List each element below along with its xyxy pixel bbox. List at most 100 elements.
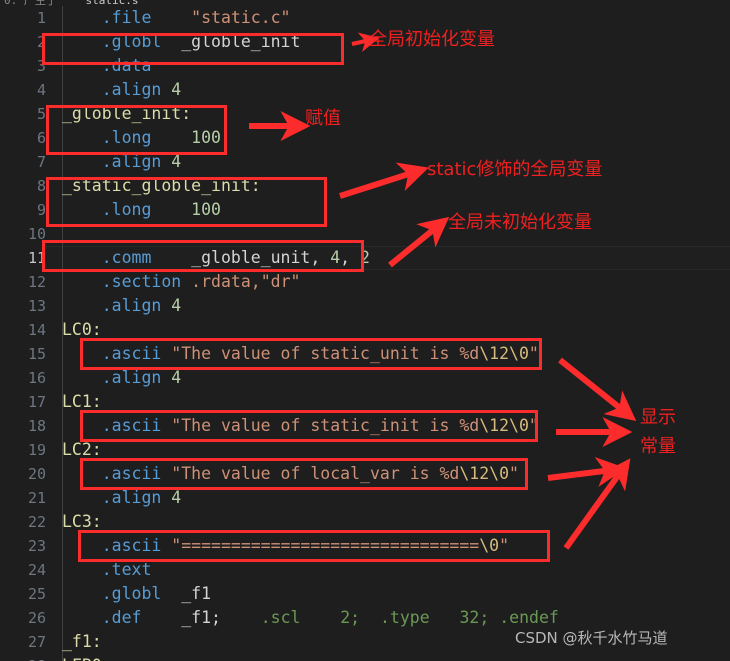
code-text[interactable]: LFB0:: [62, 654, 112, 661]
code-text[interactable]: .align 4: [62, 78, 181, 102]
code-line[interactable]: 7 .align 4: [0, 150, 730, 174]
token-dir: .align: [62, 80, 162, 99]
token-lbl: LFB0:: [62, 656, 112, 661]
code-line[interactable]: 3 .data: [0, 54, 730, 78]
line-number[interactable]: 8: [0, 174, 46, 198]
anno-assignment: 赋值: [305, 108, 341, 129]
line-number[interactable]: 15: [0, 342, 46, 366]
line-number[interactable]: 27: [0, 630, 46, 654]
code-line[interactable]: 16 .align 4: [0, 366, 730, 390]
code-text[interactable]: .ascii "The value of static_init is %d\1…: [62, 414, 539, 438]
token-num: 2: [360, 248, 370, 267]
code-text[interactable]: .align 4: [62, 150, 181, 174]
code-line[interactable]: 18 .ascii "The value of static_init is %…: [0, 414, 730, 438]
code-text[interactable]: .globl _globle_init: [62, 30, 301, 54]
code-text[interactable]: .align 4: [62, 366, 181, 390]
code-text[interactable]: LC1:: [62, 390, 102, 414]
line-number[interactable]: 24: [0, 558, 46, 582]
code-editor[interactable]: 1 .file "static.c" 2 .globl _globle_init 3…: [0, 6, 730, 661]
code-text[interactable]: .file "static.c": [62, 6, 291, 30]
code-line[interactable]: 20 .ascii "The value of local_var is %d\…: [0, 462, 730, 486]
code-line[interactable]: 28 LFB0:: [0, 654, 730, 661]
line-number[interactable]: 21: [0, 486, 46, 510]
code-text[interactable]: LC2:: [62, 438, 102, 462]
line-number[interactable]: 6: [0, 126, 46, 150]
code-text[interactable]: .align 4: [62, 294, 181, 318]
code-line[interactable]: 17 LC1:: [0, 390, 730, 414]
code-line[interactable]: 22 LC3:: [0, 510, 730, 534]
code-line[interactable]: 12 .section .rdata,"dr": [0, 270, 730, 294]
line-number[interactable]: 7: [0, 150, 46, 174]
line-number[interactable]: 2: [0, 30, 46, 54]
line-number[interactable]: 13: [0, 294, 46, 318]
code-text[interactable]: .ascii "The value of static_unit is %d\1…: [62, 342, 539, 366]
line-number[interactable]: 28: [0, 654, 46, 661]
line-number[interactable]: 3: [0, 54, 46, 78]
code-text[interactable]: _static_globle_init:: [62, 174, 261, 198]
code-text[interactable]: _f1:: [62, 630, 102, 654]
line-number[interactable]: 26: [0, 606, 46, 630]
code-line[interactable]: 13 .align 4: [0, 294, 730, 318]
line-number[interactable]: 23: [0, 534, 46, 558]
code-text[interactable]: _globle_init:: [62, 102, 191, 126]
code-text[interactable]: .align 4: [62, 486, 181, 510]
line-number[interactable]: 11: [0, 246, 46, 270]
token-id: _f1: [181, 584, 212, 603]
line-number[interactable]: 10: [0, 222, 46, 246]
line-number[interactable]: 9: [0, 198, 46, 222]
code-text[interactable]: .long 100: [62, 126, 221, 150]
token-num: 4: [171, 152, 182, 171]
line-number[interactable]: 16: [0, 366, 46, 390]
code-line[interactable]: 21 .align 4: [0, 486, 730, 510]
code-line[interactable]: 5 _globle_init:: [0, 102, 730, 126]
code-text[interactable]: .ascii "==============================\0…: [62, 534, 509, 558]
code-line[interactable]: 11 .comm _globle_unit, 4, 2: [0, 246, 730, 270]
token-dir: .ascii: [62, 416, 162, 435]
line-number[interactable]: 1: [0, 6, 46, 30]
token-lbl: _static_globle_init:: [62, 176, 261, 195]
line-number[interactable]: 18: [0, 414, 46, 438]
line-number[interactable]: 12: [0, 270, 46, 294]
line-number[interactable]: 20: [0, 462, 46, 486]
code-line[interactable]: 25 .globl _f1: [0, 582, 730, 606]
code-line[interactable]: 6 .long 100: [0, 126, 730, 150]
line-number[interactable]: 5: [0, 102, 46, 126]
code-text[interactable]: .data: [62, 54, 152, 78]
line-number[interactable]: 25: [0, 582, 46, 606]
line-number[interactable]: 19: [0, 438, 46, 462]
code-text[interactable]: .comm _globle_unit, 4, 2: [62, 246, 370, 270]
code-text[interactable]: LC0:: [62, 318, 102, 342]
code-line[interactable]: 8 _static_globle_init:: [0, 174, 730, 198]
code-text[interactable]: .text: [62, 558, 152, 582]
code-line[interactable]: 23 .ascii "=============================…: [0, 534, 730, 558]
code-line[interactable]: 10: [0, 222, 730, 246]
line-number[interactable]: 14: [0, 318, 46, 342]
code-line[interactable]: 24 .text: [0, 558, 730, 582]
token-dir: .ascii: [62, 464, 162, 483]
code-line[interactable]: 1 .file "static.c": [0, 6, 730, 30]
token-num: 4: [171, 296, 182, 315]
code-line[interactable]: 2 .globl _globle_init: [0, 30, 730, 54]
line-number[interactable]: 22: [0, 510, 46, 534]
token-dir: .align: [62, 368, 162, 387]
code-text[interactable]: .globl _f1: [62, 582, 211, 606]
code-line[interactable]: 4 .align 4: [0, 78, 730, 102]
code-line[interactable]: 19 LC2:: [0, 438, 730, 462]
code-text[interactable]: .long 100: [62, 198, 221, 222]
code-text[interactable]: LC3:: [62, 510, 102, 534]
code-text[interactable]: .section .rdata,"dr": [62, 270, 301, 294]
code-text[interactable]: .def _f1; .scl 2; .type 32; .endef: [62, 606, 559, 630]
code-line[interactable]: 14 LC0:: [0, 318, 730, 342]
code-line[interactable]: 9 .long 100: [0, 198, 730, 222]
code-line[interactable]: 15 .ascii "The value of static_unit is %…: [0, 342, 730, 366]
line-number[interactable]: 4: [0, 78, 46, 102]
code-text[interactable]: .ascii "The value of local_var is %d\12\…: [62, 462, 519, 486]
line-number[interactable]: 17: [0, 390, 46, 414]
token-str: "dr": [260, 272, 301, 291]
